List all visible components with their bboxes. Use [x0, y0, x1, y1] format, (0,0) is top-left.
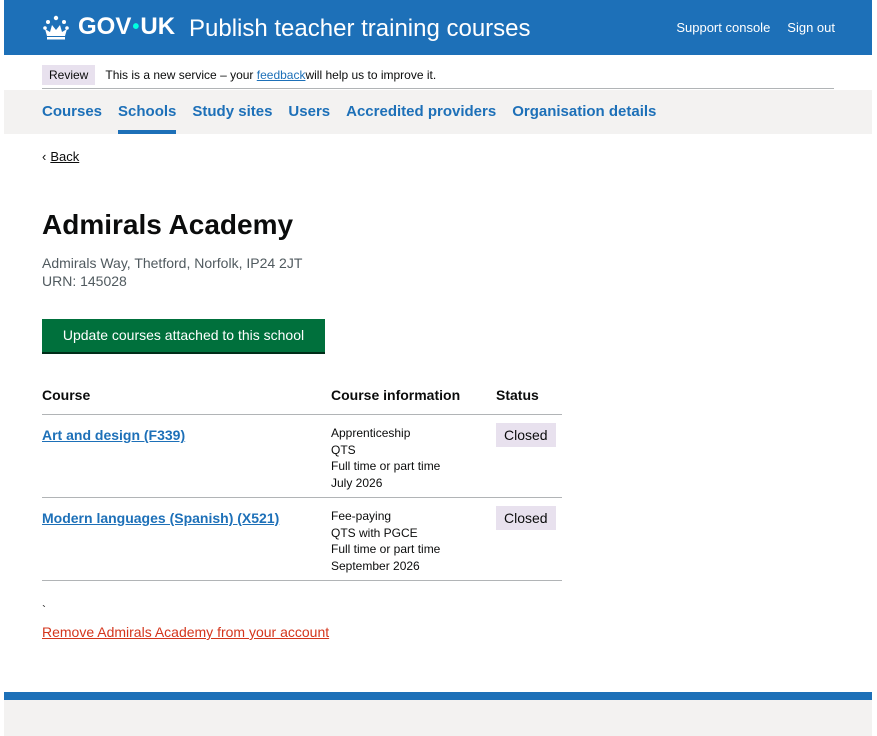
course-link[interactable]: Modern languages (Spanish) (X521): [42, 510, 279, 526]
info-study-mode: Full time or part time: [331, 459, 441, 473]
info-start-date: September 2026: [331, 558, 420, 573]
header-course: Course: [42, 387, 91, 403]
back-link-label: Back: [50, 149, 80, 164]
status-badge: Closed: [496, 423, 556, 447]
school-urn: URN: 145028: [42, 273, 127, 289]
nav-item-users[interactable]: Users: [288, 103, 330, 120]
chevron-left-icon: ‹: [42, 149, 47, 164]
course-information: Apprenticeship QTS Full time or part tim…: [331, 415, 496, 497]
govuk-logo[interactable]: GOV • UK: [42, 12, 175, 42]
school-address: Admirals Way, Thetford, Norfolk, IP24 2J…: [42, 255, 303, 271]
info-funding: Apprenticeship: [331, 426, 411, 440]
status-label: Closed: [504, 510, 548, 526]
info-qualification: QTS with PGCE: [331, 525, 418, 540]
info-start-date: July 2026: [331, 475, 383, 490]
feedback-link[interactable]: feedback: [257, 68, 306, 82]
stray-mark: `: [42, 603, 46, 617]
table-header: Course Course information Status: [42, 382, 562, 415]
header-course-information: Course information: [331, 387, 461, 403]
phase-tag: Review: [42, 65, 96, 85]
courses-table: Course Course information Status Art and…: [42, 382, 562, 581]
header-status: Status: [496, 387, 539, 403]
logo-text-uk: UK: [140, 13, 176, 40]
page-title: Admirals Academy: [42, 209, 294, 240]
logo-text-gov: GOV: [78, 13, 132, 40]
crown-icon: [43, 15, 69, 40]
table-row: Modern languages (Spanish) (X521) Fee-pa…: [42, 498, 562, 581]
service-name[interactable]: Publish teacher training courses: [189, 14, 531, 44]
update-courses-button[interactable]: Update courses attached to this school: [42, 319, 325, 352]
site-footer: [4, 700, 872, 736]
nav-item-study-sites[interactable]: Study sites: [192, 103, 272, 120]
site-header: GOV • UK Publish teacher training courses …: [4, 0, 872, 55]
footer-top-border: [4, 692, 872, 700]
info-funding: Fee-paying: [331, 509, 392, 523]
course-link[interactable]: Art and design (F339): [42, 427, 185, 443]
nav-item-organisation-details[interactable]: Organisation details: [512, 103, 656, 120]
back-link[interactable]: ‹ Back: [42, 149, 79, 164]
primary-navigation: Courses Schools Study sites Users Accred…: [4, 90, 872, 134]
support-console-link[interactable]: Support console: [676, 20, 770, 35]
header-nav: Support console Sign out: [676, 20, 835, 35]
course-information: Fee-paying QTS with PGCE Full time or pa…: [331, 498, 496, 580]
phase-text-before: This is a new service – your: [105, 68, 254, 82]
school-details: Admirals Way, Thetford, Norfolk, IP24 2J…: [42, 254, 302, 290]
nav-item-schools[interactable]: Schools: [118, 103, 177, 134]
phase-banner: Review This is a new service – your feed…: [42, 62, 834, 89]
info-qualification: QTS: [331, 442, 356, 457]
logo-dot: •: [132, 16, 140, 38]
status-label: Closed: [504, 427, 548, 443]
nav-item-accredited-providers[interactable]: Accredited providers: [346, 103, 496, 120]
nav-item-courses[interactable]: Courses: [42, 103, 102, 120]
info-study-mode: Full time or part time: [331, 542, 441, 556]
remove-school-link[interactable]: Remove Admirals Academy from your accoun…: [42, 624, 329, 640]
phase-text-after: will help us to improve it.: [305, 68, 437, 82]
sign-out-link[interactable]: Sign out: [787, 20, 835, 35]
status-badge: Closed: [496, 506, 556, 530]
table-row: Art and design (F339) Apprenticeship QTS…: [42, 415, 562, 498]
